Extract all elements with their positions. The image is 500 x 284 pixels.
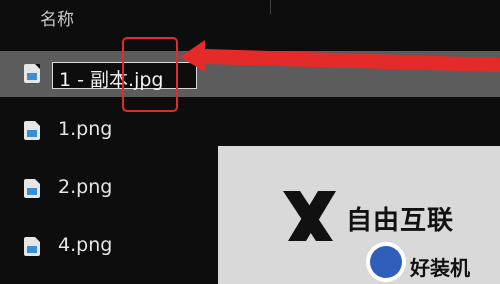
x-logo-icon: [283, 191, 336, 241]
watermark-app-name: 好装机: [410, 256, 470, 280]
watermark-brand: 自由互联: [346, 206, 455, 236]
watermark: 自由互联 好装机: [218, 146, 500, 284]
app-logo-icon: [366, 242, 406, 282]
